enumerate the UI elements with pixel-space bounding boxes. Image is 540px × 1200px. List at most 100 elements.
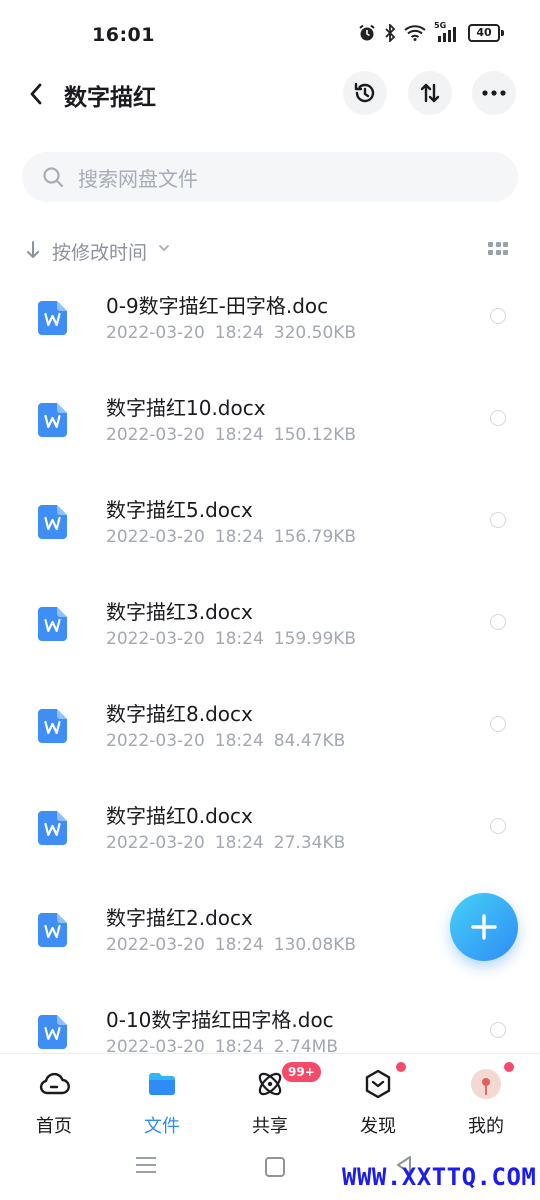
file-time: 18:24: [214, 425, 264, 445]
transfer-icon: [420, 83, 440, 103]
history-icon: [354, 82, 375, 103]
file-size: 159.99KB: [273, 629, 357, 649]
tab-label: 发现: [360, 1116, 396, 1137]
file-name: 数字描红8.docx: [106, 702, 253, 726]
battery-level: 40: [468, 24, 500, 42]
file-row[interactable]: 数字描红3.docx 2022-03-20 18:24 159.99KB: [0, 576, 540, 678]
select-checkbox[interactable]: [490, 512, 506, 528]
file-meta: 2022-03-20 18:24 156.79KB: [106, 527, 366, 547]
select-checkbox[interactable]: [490, 716, 506, 732]
file-date: 2022-03-20: [106, 629, 205, 649]
folder-icon: [149, 1073, 175, 1095]
word-doc-icon: [38, 1015, 67, 1049]
select-checkbox[interactable]: [490, 308, 506, 324]
word-doc-icon: [38, 709, 67, 743]
word-doc-icon: [38, 607, 67, 641]
page-title: 数字描红: [64, 85, 156, 111]
status-bar: 16:01 5G 40: [0, 0, 540, 70]
file-meta: 2022-03-20 18:24 159.99KB: [106, 629, 366, 649]
search-input[interactable]: 搜索网盘文件: [22, 152, 518, 202]
search-placeholder: 搜索网盘文件: [78, 166, 198, 191]
avatar: [471, 1069, 501, 1099]
back-button[interactable]: [22, 80, 50, 108]
word-doc-icon: [38, 811, 67, 845]
file-row[interactable]: 0-9数字描红-田字格.doc 2022-03-20 18:24 320.50KB: [0, 270, 540, 372]
cube-icon: [365, 1069, 391, 1099]
signal-icon: 5G: [434, 21, 460, 42]
file-meta: 2022-03-20 18:24 27.34KB: [106, 833, 355, 853]
sort-bar: 按修改时间: [0, 232, 540, 268]
file-time: 18:24: [214, 1037, 264, 1053]
file-time: 18:24: [214, 527, 264, 547]
transfer-button[interactable]: [408, 71, 452, 115]
header: 数字描红: [0, 68, 540, 124]
word-doc-icon: [38, 301, 67, 335]
home-button[interactable]: [265, 1157, 285, 1177]
history-button[interactable]: [343, 71, 387, 115]
status-time: 16:01: [92, 24, 155, 46]
file-name: 数字描红5.docx: [106, 498, 253, 522]
file-size: 2.74MB: [273, 1037, 338, 1053]
file-name: 数字描红0.docx: [106, 804, 253, 828]
file-meta: 2022-03-20 18:24 84.47KB: [106, 731, 355, 751]
file-meta: 2022-03-20 18:24 130.08KB: [106, 935, 366, 955]
file-time: 18:24: [214, 629, 264, 649]
file-time: 18:24: [214, 731, 264, 751]
file-date: 2022-03-20: [106, 935, 205, 955]
select-checkbox[interactable]: [490, 1022, 506, 1038]
file-size: 150.12KB: [273, 425, 357, 445]
file-row[interactable]: 数字描红5.docx 2022-03-20 18:24 156.79KB: [0, 474, 540, 576]
file-date: 2022-03-20: [106, 731, 205, 751]
file-row[interactable]: 0-10数字描红田字格.doc 2022-03-20 18:24 2.74MB: [0, 984, 540, 1053]
file-row[interactable]: 数字描红8.docx 2022-03-20 18:24 84.47KB: [0, 678, 540, 780]
cloud-icon: [39, 1072, 70, 1095]
bluetooth-icon: [385, 24, 396, 42]
tab-files[interactable]: 文件: [108, 1054, 216, 1142]
word-doc-icon: [38, 403, 67, 437]
file-row[interactable]: 数字描红0.docx 2022-03-20 18:24 27.34KB: [0, 780, 540, 882]
select-checkbox[interactable]: [490, 614, 506, 630]
file-meta: 2022-03-20 18:24 2.74MB: [106, 1037, 348, 1053]
word-doc-icon: [38, 505, 67, 539]
alarm-icon: [359, 24, 375, 41]
file-date: 2022-03-20: [106, 527, 205, 547]
sort-arrow-icon: [27, 241, 39, 258]
watermark: WWW.XXTTQ.COM: [342, 1163, 537, 1191]
chevron-left-icon: [30, 83, 42, 105]
add-button[interactable]: [450, 893, 518, 961]
tab-discover[interactable]: 发现: [324, 1054, 432, 1142]
chevron-down-icon[interactable]: [158, 242, 170, 254]
tab-home[interactable]: 首页: [0, 1054, 108, 1142]
file-date: 2022-03-20: [106, 323, 205, 343]
file-name: 数字描红2.docx: [106, 906, 253, 930]
file-date: 2022-03-20: [106, 425, 205, 445]
file-meta: 2022-03-20 18:24 150.12KB: [106, 425, 366, 445]
more-button[interactable]: [472, 71, 516, 115]
grid-view-icon[interactable]: [488, 242, 508, 256]
file-name: 数字描红3.docx: [106, 600, 253, 624]
tab-label: 共享: [252, 1116, 288, 1137]
file-size: 320.50KB: [273, 323, 357, 343]
file-time: 18:24: [214, 935, 264, 955]
file-size: 27.34KB: [273, 833, 346, 853]
file-meta: 2022-03-20 18:24 320.50KB: [106, 323, 366, 343]
sort-selector[interactable]: 按修改时间: [52, 238, 147, 265]
file-size: 156.79KB: [273, 527, 357, 547]
file-name: 数字描红10.docx: [106, 396, 266, 420]
more-icon: [482, 90, 506, 96]
file-time: 18:24: [214, 833, 264, 853]
file-row[interactable]: 数字描红10.docx 2022-03-20 18:24 150.12KB: [0, 372, 540, 474]
tab-mine[interactable]: 我的: [432, 1054, 540, 1142]
tab-label: 首页: [36, 1116, 72, 1137]
discover-dot: [396, 1062, 406, 1072]
recent-apps-button[interactable]: [136, 1157, 156, 1173]
file-size: 84.47KB: [273, 731, 346, 751]
tab-label: 文件: [144, 1116, 180, 1137]
file-date: 2022-03-20: [106, 833, 205, 853]
file-name: 0-10数字描红田字格.doc: [106, 1008, 334, 1032]
wifi-icon: [404, 25, 426, 41]
word-doc-icon: [38, 913, 67, 947]
select-checkbox[interactable]: [490, 410, 506, 426]
share-badge: 99+: [282, 1062, 321, 1082]
select-checkbox[interactable]: [490, 818, 506, 834]
